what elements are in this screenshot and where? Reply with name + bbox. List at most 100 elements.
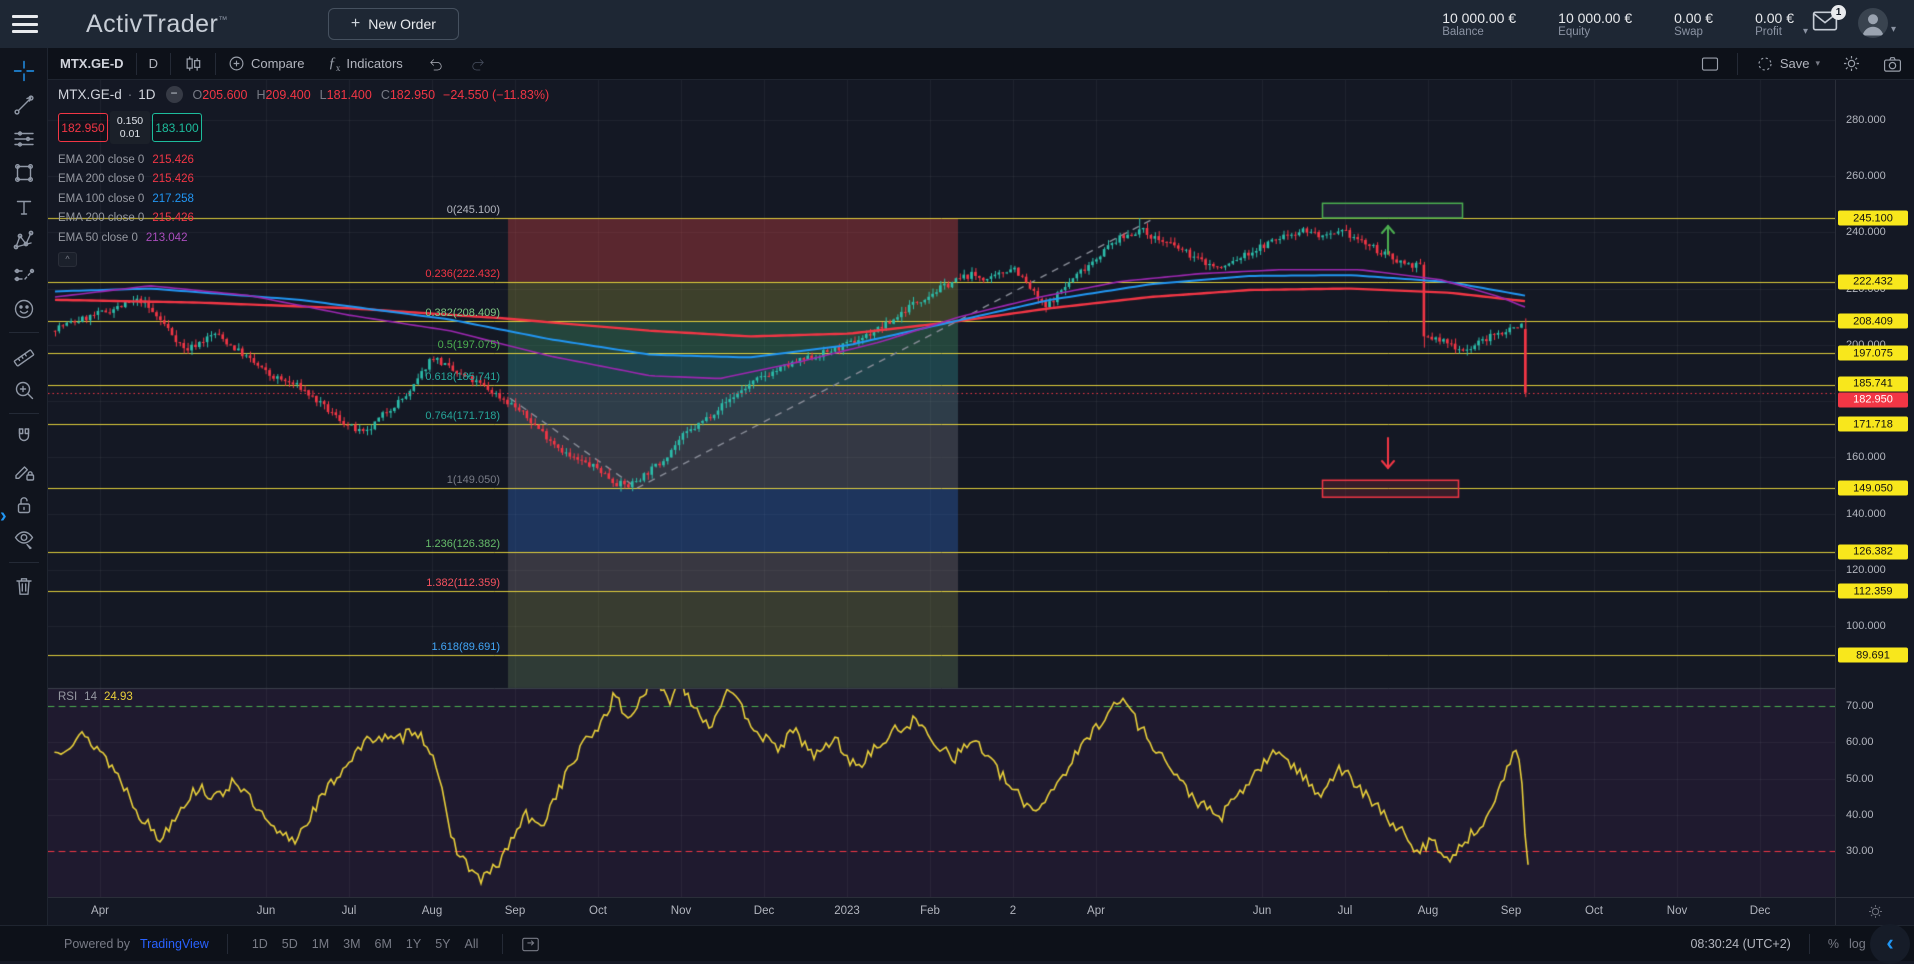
fx-icon: ƒx xyxy=(328,55,340,73)
zoom-in-icon xyxy=(12,378,36,402)
symbol-search-button[interactable]: MTX.GE-D xyxy=(48,48,136,79)
stat-balance: 10 000.00 €Balance xyxy=(1442,10,1516,38)
new-order-button[interactable]: + New Order xyxy=(328,8,459,40)
ruler-tool[interactable] xyxy=(5,339,43,373)
time-axis-label: Jul xyxy=(1338,905,1353,917)
price-axis[interactable]: 280.000260.000240.000220.000200.000160.0… xyxy=(1835,80,1914,897)
range-1m-button[interactable]: 1M xyxy=(306,935,335,953)
level-price-badge: 208.409 xyxy=(1838,314,1908,329)
menu-icon[interactable] xyxy=(12,15,38,33)
stat-profit: 0.00 €Profit xyxy=(1755,10,1794,38)
price-axis-label: 140.000 xyxy=(1846,508,1886,520)
chart-legend: MTX.GE-d · 1D − O205.600H209.400L181.400… xyxy=(58,86,549,267)
tradingview-link[interactable]: TradingView xyxy=(140,937,209,951)
horizontal-lines-icon xyxy=(12,127,36,151)
time-axis-label: Dec xyxy=(754,905,774,917)
draw-lock-tool[interactable] xyxy=(5,454,43,488)
gear-icon xyxy=(1842,54,1861,73)
time-axis[interactable]: AprJunJulAugSepOctNovDec2023Feb2AprJunJu… xyxy=(48,897,1835,925)
profit-chevron-icon[interactable]: ▾ xyxy=(1803,26,1808,37)
app-header: ActivTrader™ + New Order 10 000.00 €Bala… xyxy=(0,0,1914,48)
range-1y-button[interactable]: 1Y xyxy=(400,935,427,953)
axis-corner xyxy=(1835,897,1914,925)
range-6m-button[interactable]: 6M xyxy=(369,935,398,953)
time-axis-label: 2023 xyxy=(834,905,860,917)
mail-button[interactable]: 1 xyxy=(1812,10,1842,38)
time-axis-label: Aug xyxy=(1418,905,1438,917)
legend-symbol[interactable]: MTX.GE-d xyxy=(58,87,122,102)
plus-circle-icon xyxy=(228,55,245,72)
app-logo: ActivTrader™ xyxy=(86,10,228,39)
powered-by-label: Powered by xyxy=(64,937,130,951)
zoom-in-tool[interactable] xyxy=(5,373,43,407)
rsi-axis-label: 40.00 xyxy=(1846,809,1874,821)
indicator-row[interactable]: EMA 100 close 0217.258 xyxy=(58,189,549,209)
range-3m-button[interactable]: 3M xyxy=(337,935,366,953)
indicator-row[interactable]: EMA 200 close 0215.426 xyxy=(58,150,549,170)
range-5d-button[interactable]: 5D xyxy=(276,935,304,953)
clock[interactable]: 08:30:24 (UTC+2) xyxy=(1690,937,1790,951)
redo-button[interactable] xyxy=(457,48,499,79)
sell-button[interactable]: 182.950 xyxy=(58,113,108,142)
range-all-button[interactable]: All xyxy=(459,935,485,953)
magnet-tool[interactable] xyxy=(5,420,43,454)
shapes-tool[interactable] xyxy=(5,156,43,190)
horizontal-lines-tool[interactable] xyxy=(5,122,43,156)
save-button[interactable]: Save ▾ xyxy=(1752,48,1824,79)
draw-lock-icon xyxy=(12,459,36,483)
account-menu[interactable]: ▾ xyxy=(1858,8,1896,38)
legend-collapse-button[interactable]: ^ xyxy=(58,252,77,267)
chart-style-button[interactable] xyxy=(171,48,215,79)
panel-collapse-button[interactable]: ‹ xyxy=(1870,924,1910,964)
compare-button[interactable]: Compare xyxy=(216,48,316,79)
rsi-axis-label: 60.00 xyxy=(1846,736,1874,748)
range-1d-button[interactable]: 1D xyxy=(246,935,274,953)
bottom-bar: Powered by TradingView 1D5D1M3M6M1Y5YAll… xyxy=(0,925,1914,961)
xabcd-pattern-tool[interactable] xyxy=(5,224,43,258)
rsi-legend[interactable]: RSI 14 24.93 xyxy=(58,691,133,703)
emoji-icon xyxy=(12,297,36,321)
time-axis-label: Aug xyxy=(422,905,442,917)
interval-button[interactable]: D xyxy=(137,48,170,79)
forecast-tool[interactable] xyxy=(5,258,43,292)
axis-settings-icon[interactable] xyxy=(1867,903,1884,920)
trend-line-tool[interactable] xyxy=(5,88,43,122)
ruler-icon xyxy=(12,344,36,368)
time-axis-label: Oct xyxy=(1585,905,1603,917)
screenshot-button[interactable] xyxy=(1879,48,1906,79)
fib-level-label: 0.236(222.432) xyxy=(425,268,500,280)
fib-level-label: 0.618(185.741) xyxy=(425,371,500,383)
layout-button[interactable] xyxy=(1697,48,1723,79)
rsi-axis-label: 50.00 xyxy=(1846,773,1874,785)
lock-all-tool[interactable] xyxy=(5,488,43,522)
crosshair-tool[interactable] xyxy=(5,54,43,88)
emoji-tool[interactable] xyxy=(5,292,43,326)
percent-scale-toggle[interactable]: % xyxy=(1828,937,1839,951)
legend-ohlc: O205.600H209.400L181.400C182.950 xyxy=(193,88,436,102)
level-price-badge: 245.100 xyxy=(1838,211,1908,226)
time-axis-label: Sep xyxy=(1501,905,1521,917)
time-axis-label: Jul xyxy=(342,905,357,917)
level-price-badge: 222.432 xyxy=(1838,274,1908,289)
log-scale-toggle[interactable]: log xyxy=(1849,937,1866,951)
shapes-icon xyxy=(12,161,36,185)
range-5y-button[interactable]: 5Y xyxy=(429,935,456,953)
price-axis-label: 160.000 xyxy=(1846,451,1886,463)
fib-level-label: 0.5(197.075) xyxy=(438,339,500,351)
undo-button[interactable] xyxy=(415,48,457,79)
go-to-date-button[interactable] xyxy=(521,933,540,956)
hide-all-icon xyxy=(12,527,36,551)
symbol-minimize-icon[interactable]: − xyxy=(166,86,183,103)
indicator-row[interactable]: EMA 50 close 0213.042 xyxy=(58,228,549,248)
hide-all-tool[interactable] xyxy=(5,522,43,556)
level-price-badge: 197.075 xyxy=(1838,346,1908,361)
indicator-row[interactable]: EMA 200 close 0215.426 xyxy=(58,170,549,190)
indicator-row[interactable]: EMA 200 close 0215.426 xyxy=(58,209,549,229)
buy-button[interactable]: 183.100 xyxy=(152,113,202,142)
remove-all-tool[interactable] xyxy=(5,569,43,603)
text-tool[interactable] xyxy=(5,190,43,224)
watchlist-expander[interactable]: › xyxy=(0,505,7,528)
settings-button[interactable] xyxy=(1838,48,1865,79)
undo-icon xyxy=(427,55,445,73)
indicators-button[interactable]: ƒx Indicators xyxy=(316,48,414,79)
